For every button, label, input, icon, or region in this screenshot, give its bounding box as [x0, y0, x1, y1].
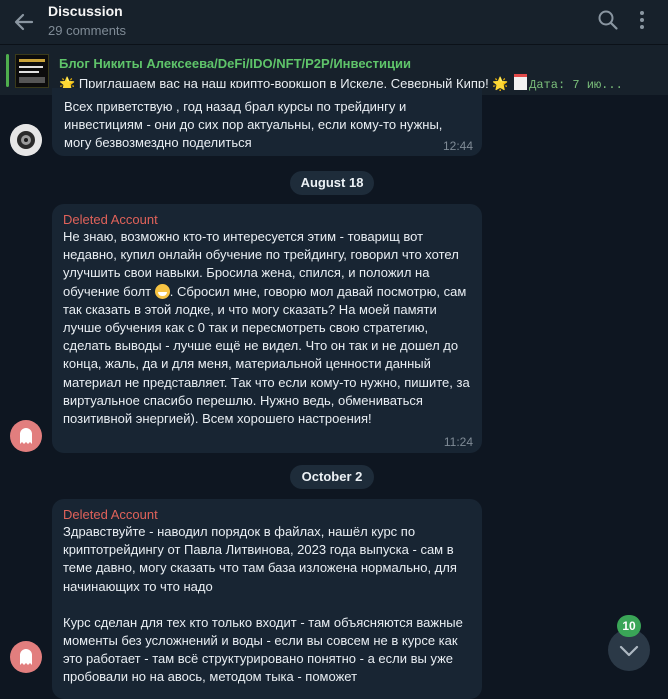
ghost-icon	[20, 649, 32, 665]
unread-badge: 10	[617, 615, 641, 637]
message-text: Не знаю, возможно кто-то интересуется эт…	[63, 229, 470, 427]
pinned-date-snippet: Дата: 7 ию...	[529, 78, 623, 92]
message-paragraph: Курс сделан для тех кто только входит - …	[63, 614, 463, 685]
comments-count: 29 comments	[48, 23, 127, 38]
date-separator: October 2	[290, 465, 374, 489]
more-menu-button[interactable]	[630, 6, 654, 34]
message-bubble[interactable]: Deleted Account Не знаю, возможно кто-то…	[52, 204, 482, 453]
sender-name[interactable]: Deleted Account	[63, 212, 471, 227]
star-emoji-icon: 🌟	[492, 76, 509, 91]
date-separator: August 18	[290, 171, 374, 195]
calendar-icon	[514, 74, 528, 90]
message-time: 11:24	[443, 435, 473, 449]
avatar[interactable]	[10, 420, 42, 452]
message-bubble[interactable]: Всех приветствую , год назад брал курсы …	[52, 88, 482, 156]
avatar-image-icon	[10, 124, 42, 156]
message-time: 12:44	[442, 139, 473, 153]
grinning-face-icon	[154, 283, 170, 299]
search-button[interactable]	[594, 6, 622, 34]
message-paragraph: Здравствуйте - наводил порядок в файлах,…	[63, 524, 457, 594]
pinned-channel-name: Блог Никиты Алексеева/DeFi/IDO/NFT/P2P/И…	[59, 56, 411, 71]
message-bubble[interactable]: Deleted Account Здравствуйте - наводил п…	[52, 499, 482, 699]
search-icon	[598, 10, 618, 30]
pinned-indicator	[6, 54, 9, 87]
chat-title: Discussion	[48, 3, 123, 19]
avatar[interactable]	[10, 641, 42, 673]
arrow-left-icon	[14, 13, 34, 31]
pinned-thumbnail	[15, 54, 49, 88]
top-bar: Discussion 29 comments	[0, 0, 668, 44]
more-vertical-icon	[640, 11, 644, 29]
back-button[interactable]	[8, 6, 40, 38]
message-text: Всех приветствую , год назад брал курсы …	[64, 99, 443, 151]
ghost-icon	[20, 428, 32, 444]
sender-name[interactable]: Deleted Account	[63, 507, 471, 522]
avatar[interactable]	[10, 124, 42, 156]
